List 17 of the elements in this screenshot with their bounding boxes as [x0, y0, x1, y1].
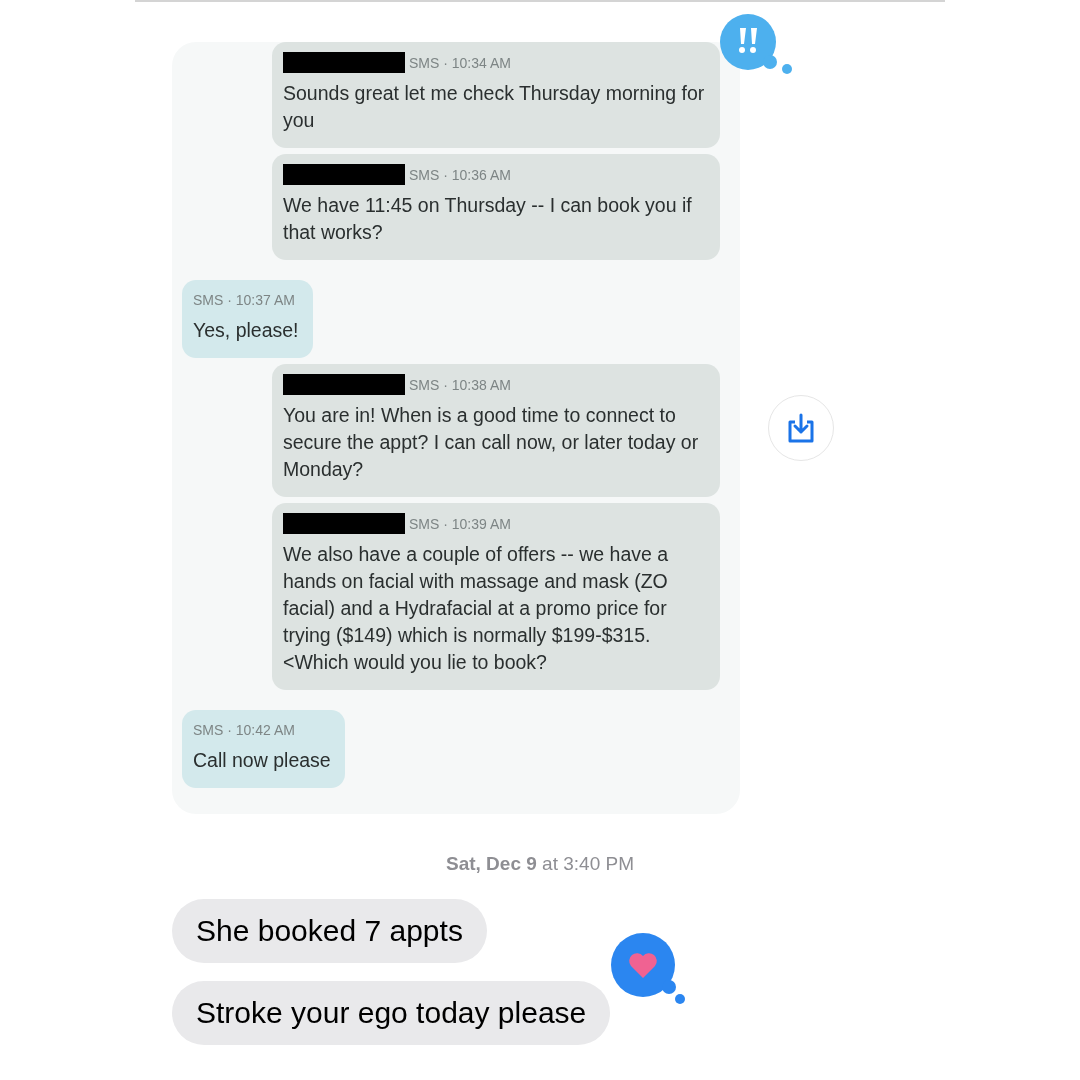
message-text: We have 11:45 on Thursday -- I can book you if that works?: [283, 193, 693, 245]
message-meta: SMS · 10:37 AM: [193, 291, 295, 310]
message-text: We also have a couple of offers -- we have a hands on facial with massage and mask (ZO facial) and a Hydrafacial at a promo price for trying ($149) which is normally $199-$315. <Which would you lie to book?: [283, 542, 670, 675]
message-meta: SMS · 10:38 AM: [409, 375, 511, 395]
message-meta: SMS · 10:39 AM: [409, 514, 511, 534]
message-bubble: She booked 7 appts: [172, 898, 487, 963]
message-meta: SMS · 10:34 AM: [409, 53, 511, 73]
date-label: Sat, Dec 9 at 3:40 PM: [446, 853, 634, 874]
download-icon: [786, 412, 816, 444]
message-text: You are in! When is a good time to connect to secure the appt? I can call now, or later today or Monday?: [283, 403, 700, 482]
message-meta: SMS · 10:42 AM: [193, 721, 295, 740]
heart-tapback-icon: [611, 933, 687, 1005]
message-meta: SMS · 10:36 AM: [409, 165, 511, 185]
message-text: Yes, please!: [193, 318, 299, 343]
message-bubble: Stroke your ego today please: [172, 980, 611, 1045]
message-text: Call now please: [193, 748, 331, 773]
message-text: Sounds great let me check Thursday morning for you: [283, 81, 706, 133]
